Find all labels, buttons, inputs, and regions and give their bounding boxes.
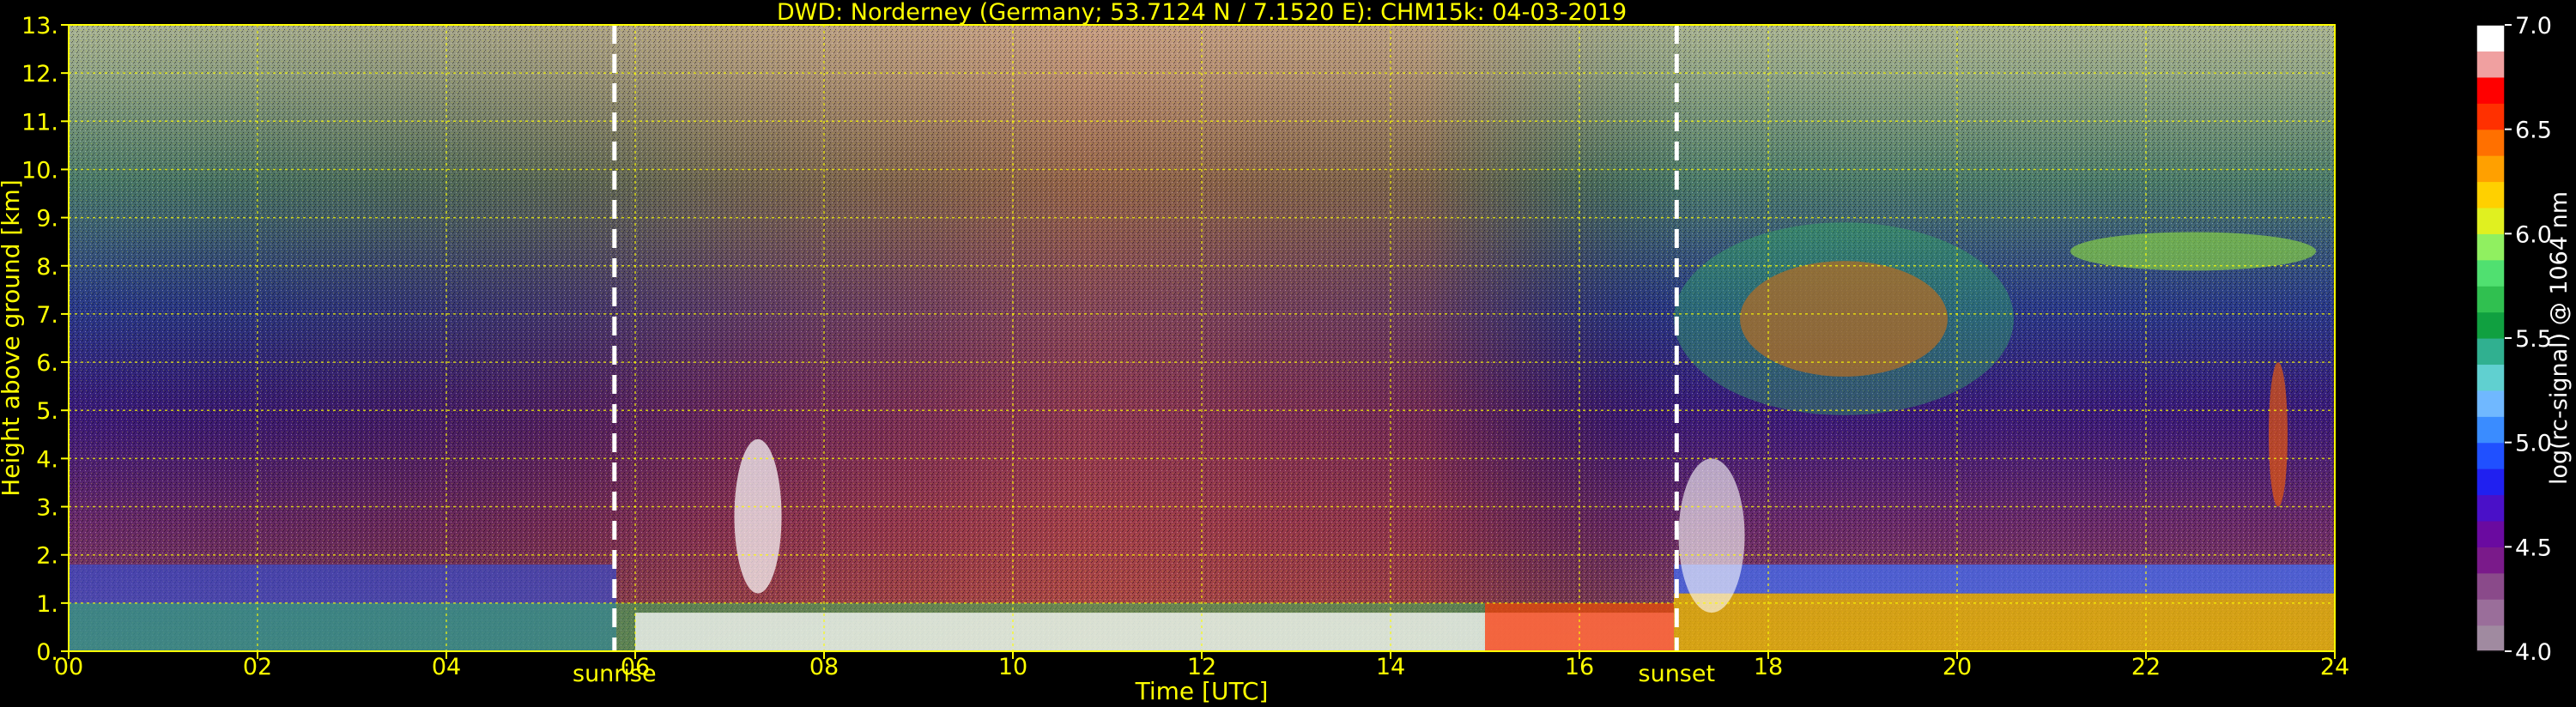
y-tick-label: 12. [21,61,58,88]
colorbar-segment [2476,25,2505,52]
y-axis-label: Height above ground [km] [0,179,25,497]
colorbar-label: log(rc-signal) @ 1064 nm [2546,191,2573,485]
x-tick-label: 24 [2320,654,2349,680]
colorbar-tick-label: 6.5 [2515,118,2552,144]
colorbar-segment [2476,76,2505,104]
y-tick-label: 3. [36,495,58,522]
sunset-label: sunset [1639,661,1716,687]
colorbar-tick-label: 4.5 [2515,535,2552,561]
colorbar-tick-label: 4.0 [2515,639,2552,666]
x-tick-label: 14 [1376,654,1405,680]
colorbar-segment [2476,311,2505,339]
y-tick-label: 6. [36,350,58,377]
chart-title: DWD: Norderney (Germany; 53.7124 N / 7.1… [777,0,1627,26]
x-tick-label: 10 [998,654,1027,680]
y-tick-label: 5. [36,398,58,425]
colorbar-segment [2476,338,2505,366]
colorbar-segment [2476,155,2505,183]
colorbar-segment [2476,129,2505,156]
y-tick-label: 8. [36,254,58,281]
x-tick-label: 22 [2131,654,2161,680]
x-tick-label: 18 [1754,654,1783,680]
colorbar-tick-label: 7.0 [2515,13,2552,39]
colorbar-segment [2476,468,2505,496]
x-tick-label: 16 [1565,654,1594,680]
colorbar-segment [2476,572,2505,600]
y-tick-label: 0. [36,639,58,666]
y-tick-label: 9. [36,206,58,233]
y-tick-label: 11. [21,109,58,136]
ceilometer-chart: sunrise sunset 00 02 04 06 08 10 12 14 16 18 20 22 24… [0,0,2573,705]
x-tick-label: 04 [432,654,461,680]
colorbar-segment [2476,625,2505,652]
colorbar-segment [2476,390,2505,417]
colorbar-segment [2476,494,2505,522]
colorbar-segment [2476,103,2505,130]
colorbar-segment [2476,520,2505,547]
colorbar-segment [2476,442,2505,469]
colorbar-segment [2476,547,2505,574]
colorbar-segment [2476,286,2505,313]
colorbar-segment [2476,599,2505,626]
colorbar-segment [2476,207,2505,234]
y-tick-label: 2. [36,543,58,570]
y-tick-label: 10. [21,157,58,184]
y-tick-label: 13. [21,13,58,39]
x-tick-label: 08 [809,654,839,680]
colorbar-segment [2476,259,2505,287]
y-tick-label: 7. [36,302,58,329]
colorbar-segment [2476,416,2505,444]
colorbar-segment [2476,364,2505,391]
x-tick-label: 20 [1943,654,1972,680]
colorbar-segment [2476,181,2505,208]
colorbar-segment [2476,233,2505,261]
x-tick-label: 06 [621,654,650,680]
x-axis-label: Time [UTC] [1135,677,1269,705]
x-tick-label: 02 [243,654,272,680]
y-tick-label: 4. [36,446,58,473]
y-tick-label: 1. [36,591,58,618]
colorbar-segment [2476,51,2505,78]
